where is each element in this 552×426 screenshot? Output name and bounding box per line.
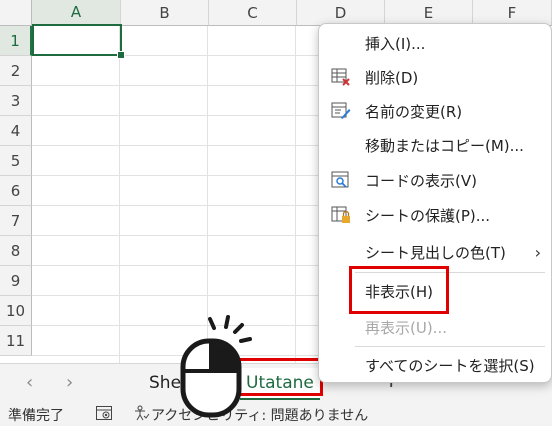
delete-sheet-icon [331,68,351,86]
highlight-box-hide [349,266,449,314]
row-header-2[interactable]: 2 [0,56,32,86]
menu-item-label: 削除(D) [365,68,419,87]
prev-sheet-arrow-icon[interactable]: ‹ [26,372,33,393]
menu-item-view-code[interactable]: コードの表示(V) [319,163,552,197]
menu-item-insert[interactable]: 挿入(I)... [319,26,552,60]
status-ready: 準備完了 [8,408,64,424]
mouse-right-click-icon [178,313,268,419]
menu-separator [355,346,545,347]
sheet-context-menu: 挿入(I)... 削除(D) 名前の変更(R) 移動またはコピー(M)... コ… [318,23,552,383]
menu-item-label: シート見出しの色(T) [365,243,506,262]
menu-item-label: 挿入(I)... [365,34,426,53]
menu-item-label: コードの表示(V) [365,171,477,190]
menu-item-tab-color[interactable]: シート見出しの色(T) › [319,235,552,269]
menu-item-label: 名前の変更(R) [365,102,463,121]
row-header-5[interactable]: 5 [0,146,32,176]
menu-item-rename[interactable]: 名前の変更(R) [319,94,552,128]
menu-item-unhide: 再表示(U)... [319,310,552,344]
menu-item-label: シートの保護(P)... [365,206,491,225]
row-header-6[interactable]: 6 [0,176,32,206]
next-sheet-arrow-icon[interactable]: › [66,372,73,393]
menu-item-move-copy[interactable]: 移動またはコピー(M)... [319,128,552,162]
column-header-a[interactable]: A [32,0,121,26]
row-header-10[interactable]: 10 [0,296,32,326]
status-bar: 準備完了 アクセシビリティ: 問題ありません [0,401,552,426]
row-header-9[interactable]: 9 [0,266,32,296]
menu-item-delete[interactable]: 削除(D) [319,60,552,94]
menu-item-label: すべてのシートを選択(S) [365,356,535,375]
row-header-11[interactable]: 11 [0,326,32,356]
row-header-1[interactable]: 1 [0,26,32,56]
row-header-3[interactable]: 3 [0,86,32,116]
macro-record-icon[interactable] [96,406,112,420]
protect-sheet-icon [331,206,351,224]
rename-icon [331,102,351,120]
submenu-chevron-icon: › [534,242,541,262]
menu-item-select-all-sheets[interactable]: すべてのシートを選択(S) [319,348,552,382]
active-cell-a1[interactable] [32,24,122,56]
row-header-4[interactable]: 4 [0,116,32,146]
row-header-8[interactable]: 8 [0,236,32,266]
select-all-corner[interactable] [0,0,32,26]
menu-item-label: 再表示(U)... [365,318,447,337]
view-code-icon [331,171,351,189]
row-header-7[interactable]: 7 [0,206,32,236]
accessibility-icon[interactable] [134,405,150,421]
menu-item-label: 移動またはコピー(M)... [365,136,524,155]
menu-item-protect-sheet[interactable]: シートの保護(P)... [319,198,552,232]
column-header-c[interactable]: C [209,0,297,26]
fill-handle[interactable] [117,51,125,59]
column-header-b[interactable]: B [121,0,209,26]
